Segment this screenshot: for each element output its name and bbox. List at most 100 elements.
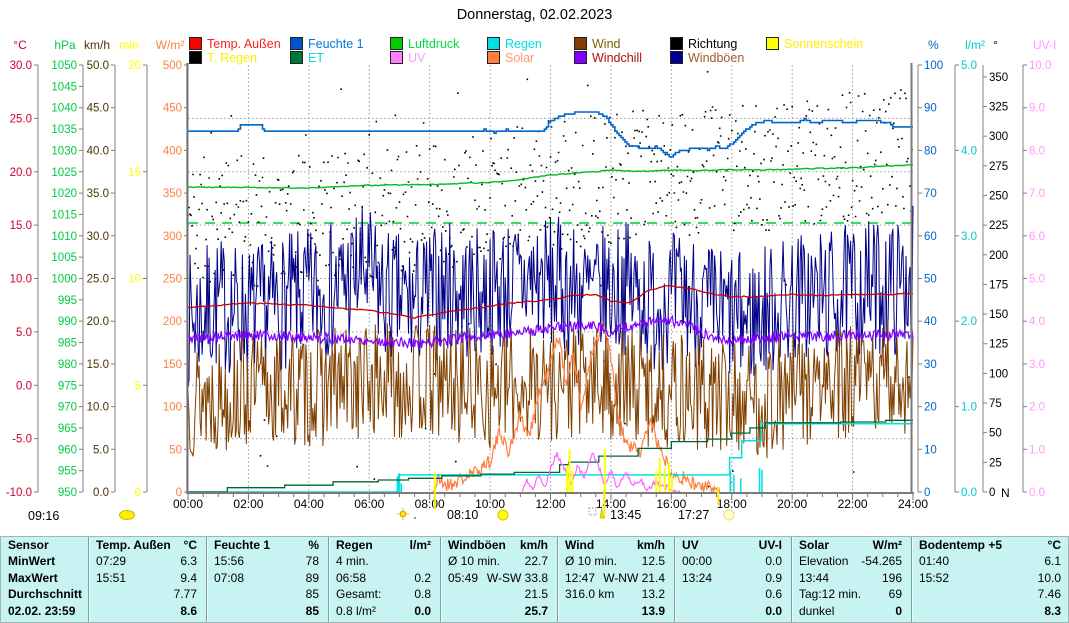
svg-text:15.0: 15.0 [10, 220, 32, 232]
stats-row-labels: SensorMinWertMaxWertDurchschnitt02.02. 2… [1, 537, 88, 622]
axis-unit-label: UV-I [1033, 38, 1056, 52]
svg-text:20: 20 [924, 402, 937, 414]
sensor-unit: °C [184, 537, 197, 553]
axis-unit-label: min [119, 38, 138, 52]
stats-cell-label: 0.8 l/m² [336, 603, 376, 619]
stats-col-uv: UVUV-I00:000.013:240.90.60.0 [674, 537, 791, 622]
stats-cell-value: 13.2 [642, 586, 665, 602]
svg-text:10.0: 10.0 [1029, 60, 1051, 72]
stats-col-regen: Regenl/m²4 min.06:580.2Gesamt:0.80.8 l/m… [328, 537, 440, 622]
stats-cell-value: 89 [306, 570, 319, 586]
svg-text:5.0: 5.0 [93, 444, 109, 456]
axis-min: 05101520min [119, 38, 147, 499]
svg-text:40: 40 [924, 316, 937, 328]
svg-text:225: 225 [989, 220, 1008, 232]
svg-text:965: 965 [58, 423, 77, 435]
svg-text:2.0: 2.0 [1029, 402, 1045, 414]
x-tick-label: 00:00 [173, 497, 203, 511]
svg-text:275: 275 [989, 161, 1008, 173]
stats-cell-value: W-NW 21.4 [603, 570, 665, 586]
svg-text:10.0: 10.0 [10, 274, 32, 286]
svg-text:-10.0: -10.0 [6, 487, 32, 499]
svg-text:35.0: 35.0 [87, 188, 109, 200]
svg-text:350: 350 [989, 72, 1008, 84]
svg-text:20.0: 20.0 [87, 316, 109, 328]
svg-text:250: 250 [163, 274, 182, 286]
axis-kmh: 0.05.010.015.020.025.030.035.040.045.050… [84, 38, 115, 499]
stats-row-label: MaxWert [8, 570, 58, 586]
axis-unit-label: W/m² [156, 38, 185, 52]
axis-lm: 0.01.02.03.04.05.0l/m² [955, 38, 985, 499]
sensor-unit: km/h [520, 537, 548, 553]
svg-text:50: 50 [169, 444, 182, 456]
svg-text:100: 100 [163, 402, 182, 414]
svg-text:1015: 1015 [51, 209, 77, 221]
bottom-left-time: 09:16 [28, 509, 59, 523]
svg-text:200: 200 [163, 316, 182, 328]
x-tick-label: 18:00 [717, 497, 747, 511]
stats-cell-value: 21.5 [525, 586, 548, 602]
svg-text:75: 75 [989, 398, 1002, 410]
stats-cell-value: 0.8 [414, 586, 431, 602]
stats-cell-value: 6.1 [1044, 553, 1061, 569]
svg-text:70: 70 [924, 188, 937, 200]
series-luftdruck [188, 165, 913, 189]
svg-text:10: 10 [128, 274, 141, 286]
stats-cell-label: 15:52 [919, 570, 949, 586]
svg-text:9.0: 9.0 [1029, 103, 1045, 115]
stats-cell-label: 00:00 [682, 553, 712, 569]
svg-text:0.0: 0.0 [93, 487, 109, 499]
marker-time: 13:45 [610, 508, 641, 522]
svg-text:60: 60 [924, 231, 937, 243]
svg-text:250: 250 [989, 190, 1008, 202]
svg-text:150: 150 [989, 309, 1008, 321]
svg-text:1.0: 1.0 [961, 402, 977, 414]
sensor-unit: W/m² [873, 537, 902, 553]
svg-text:350: 350 [163, 188, 182, 200]
svg-text:0.0: 0.0 [16, 380, 32, 392]
svg-text:50: 50 [924, 274, 937, 286]
x-tick-label: 06:00 [354, 497, 384, 511]
stats-cell-label: 07:08 [214, 570, 244, 586]
stats-cell-value: 85 [306, 586, 319, 602]
axis-unit-label: km/h [84, 38, 110, 52]
stats-cell-value: 8.3 [1044, 603, 1061, 619]
svg-text:985: 985 [58, 338, 77, 350]
stats-cell-value: 13.9 [642, 603, 665, 619]
x-tick-label: 04:00 [294, 497, 324, 511]
svg-text:300: 300 [989, 131, 1008, 143]
stats-cell-label: Gesamt: [336, 586, 381, 602]
sun-dot-icon [498, 510, 508, 520]
stats-row-label: Sensor [8, 537, 49, 553]
stats-cell-value: 69 [889, 586, 902, 602]
stats-cell-value: W-SW 33.8 [487, 570, 548, 586]
stats-cell-value: -54.265 [861, 553, 902, 569]
svg-text:4.0: 4.0 [961, 145, 977, 157]
svg-text:15.0: 15.0 [87, 359, 109, 371]
x-tick-label: 22:00 [838, 497, 868, 511]
stats-cell-value: 10.0 [1038, 570, 1061, 586]
svg-text:1020: 1020 [51, 188, 77, 200]
stats-cell-label: dunkel [799, 603, 834, 619]
svg-text:30: 30 [924, 359, 937, 371]
axis-°: 0255075100125150175200225250275300325350… [983, 38, 1010, 500]
stats-cell-label: 07:29 [96, 553, 126, 569]
stats-cell-value: 7.46 [1038, 586, 1061, 602]
stats-cell-value: 196 [882, 570, 902, 586]
svg-text:300: 300 [163, 231, 182, 243]
svg-text:100: 100 [989, 368, 1008, 380]
sensor-unit: °C [1048, 537, 1061, 553]
svg-text:200: 200 [989, 250, 1008, 262]
stats-cell-value: 0.0 [414, 603, 431, 619]
svg-text:25.0: 25.0 [10, 113, 32, 125]
svg-text:90: 90 [924, 103, 937, 115]
svg-text:20.0: 20.0 [10, 167, 32, 179]
stats-cell-value: 0.0 [765, 603, 782, 619]
stats-cell-value: 0 [895, 603, 902, 619]
stats-col-temp-au-en: Temp. Außen°C07:296.315:519.47.778.6 [88, 537, 206, 622]
sun-dot-icon [724, 510, 734, 520]
sensor-name: Regen [336, 537, 373, 553]
weather-chart: 00:0002:0004:0006:0008:0010:0012:0014:00… [0, 0, 1069, 623]
svg-text:0.0: 0.0 [1029, 487, 1045, 499]
x-tick-label: 02:00 [233, 497, 263, 511]
